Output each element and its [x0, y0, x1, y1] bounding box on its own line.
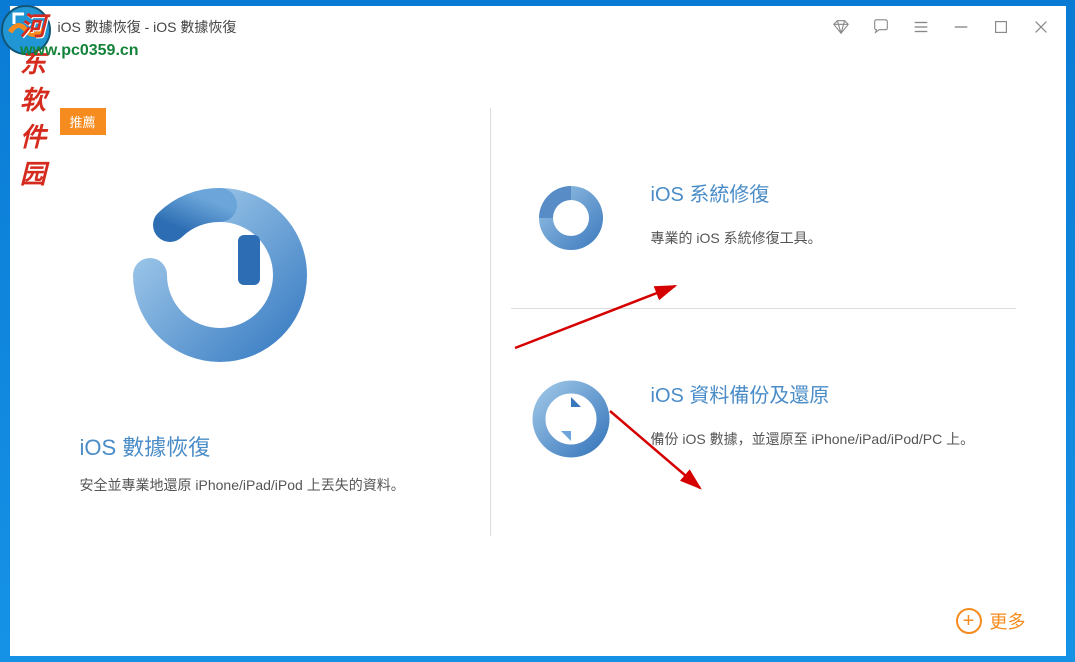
recommend-badge: 推薦 [60, 108, 106, 135]
app-title: iOS 數據恢復 - iOS 數據恢復 [58, 17, 237, 37]
diamond-icon[interactable] [832, 18, 850, 36]
plus-icon: + [956, 608, 982, 634]
app-window: iOS 數據恢復 - iOS 數據恢復 推薦 [10, 6, 1066, 656]
menu-icon[interactable] [912, 18, 930, 36]
system-repair-desc: 專業的 iOS 系統修復工具。 [651, 227, 996, 251]
more-button[interactable]: + 更多 [956, 608, 1026, 634]
recovery-logo-icon [120, 175, 480, 380]
app-icon [26, 17, 46, 37]
close-icon[interactable] [1032, 18, 1050, 36]
backup-restore-icon [531, 379, 611, 459]
backup-restore-desc: 備份 iOS 數據，並還原至 iPhone/iPad/iPod/PC 上。 [651, 428, 996, 452]
system-repair-icon [531, 178, 611, 258]
maximize-icon[interactable] [992, 18, 1010, 36]
titlebar: iOS 數據恢復 - iOS 數據恢復 [10, 6, 1066, 48]
left-desc: 安全並專業地還原 iPhone/iPad/iPod 上丟失的資料。 [80, 474, 480, 496]
left-title: iOS 數據恢復 [80, 430, 480, 462]
backup-restore-title: iOS 資料備份及還原 [651, 379, 996, 408]
system-repair-title: iOS 系統修復 [651, 178, 996, 207]
backup-restore-item[interactable]: iOS 資料備份及還原 備份 iOS 數據，並還原至 iPhone/iPad/i… [511, 308, 1016, 489]
more-label: 更多 [990, 608, 1026, 634]
right-panel: iOS 系統修復 專業的 iOS 系統修復工具。 [511, 88, 1016, 626]
minimize-icon[interactable] [952, 18, 970, 36]
system-repair-item[interactable]: iOS 系統修復 專業的 iOS 系統修復工具。 [511, 148, 1016, 288]
left-panel[interactable]: 推薦 [60, 88, 480, 626]
feedback-icon[interactable] [872, 18, 890, 36]
vertical-divider [490, 108, 491, 536]
content-area: 推薦 [10, 48, 1066, 656]
